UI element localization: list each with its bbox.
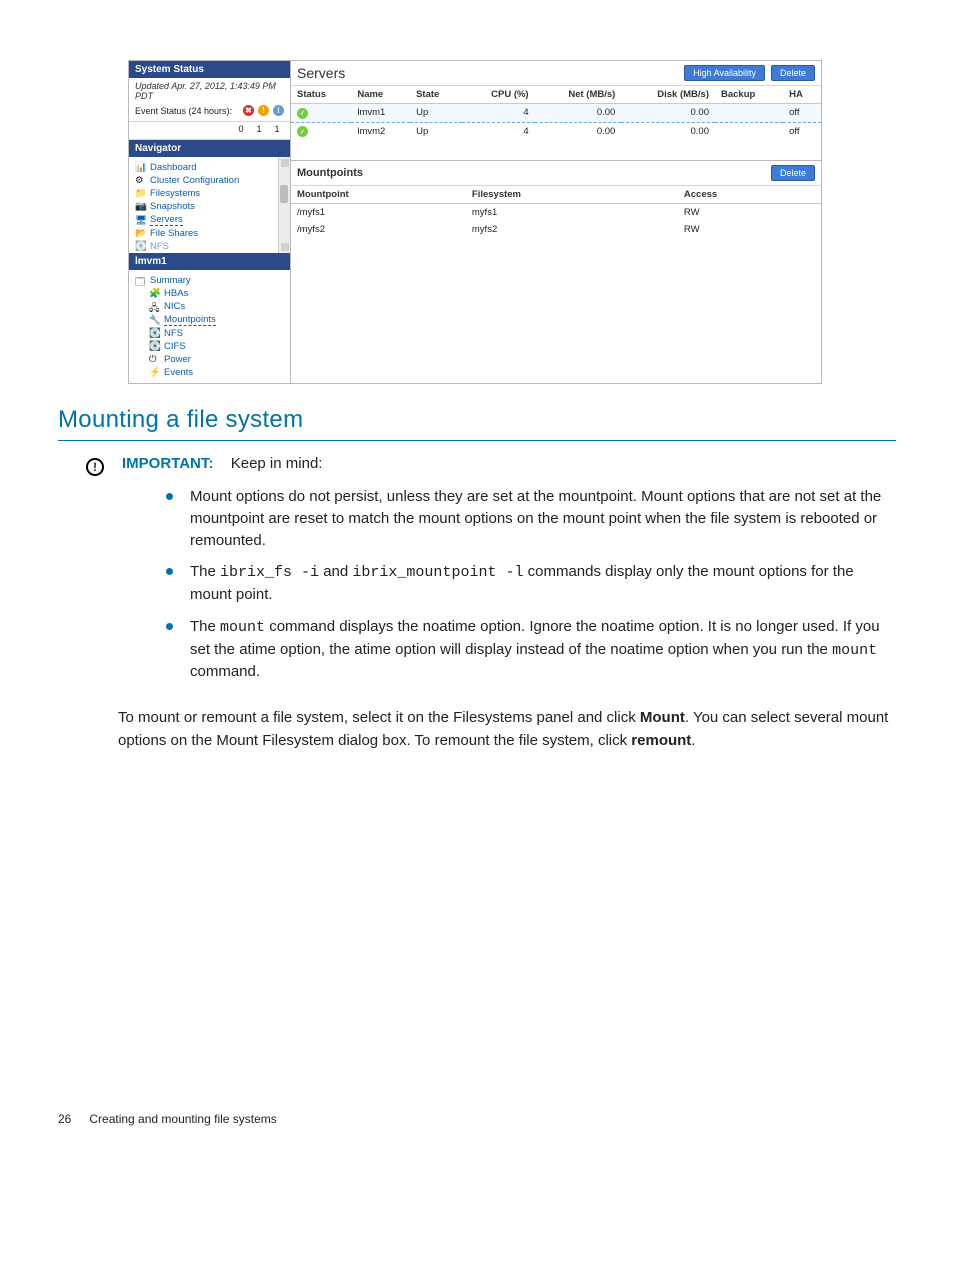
table-row[interactable]: /myfs1 myfs1 RW [291, 204, 821, 222]
disk-icon: 💽 [149, 341, 160, 352]
app-screenshot: System Status Updated Apr. 27, 2012, 1:4… [128, 60, 822, 384]
sub-mountpoints[interactable]: 🔧Mountpoints [135, 313, 286, 327]
table-row[interactable]: ✓ lmvm2 Up 4 0.00 0.00 off [291, 122, 821, 140]
event-status-label: Event Status (24 hours): [135, 106, 232, 116]
high-availability-button[interactable]: High Availability [684, 65, 765, 81]
hba-icon: 🧩 [149, 288, 160, 299]
sub-nfs[interactable]: 💽NFS [135, 327, 286, 340]
mountpoints-title: Mountpoints [297, 167, 363, 179]
paragraph: To mount or remount a file system, selec… [118, 707, 896, 752]
sub-hbas[interactable]: 🧩HBAs [135, 287, 286, 300]
status-up-icon: ✓ [297, 108, 308, 119]
nav-scrollbar[interactable] [278, 157, 290, 253]
warn-count: 1 [252, 124, 266, 134]
wrench-icon: 🔧 [149, 315, 160, 326]
delete-server-button[interactable]: Delete [771, 65, 815, 81]
col-cpu[interactable]: CPU (%) [462, 86, 535, 104]
warning-icon: ! [258, 105, 269, 116]
server-icon: 🖥 [135, 215, 146, 226]
nav-dashboard[interactable]: 📊Dashboard [135, 161, 286, 174]
important-label: IMPORTANT: [122, 455, 213, 472]
power-icon: ⏻ [149, 354, 160, 365]
servers-table: Status Name State CPU (%) Net (MB/s) Dis… [291, 86, 821, 140]
footer-text: Creating and mounting file systems [89, 1112, 276, 1126]
list-item: Mount options do not persist, unless the… [166, 486, 896, 561]
col-mountpoint[interactable]: Mountpoint [291, 186, 466, 204]
list-item: The ibrix_fs -i and ibrix_mountpoint -l … [166, 561, 896, 616]
info-count: 1 [270, 124, 284, 134]
table-row[interactable]: ✓ lmvm1 Up 4 0.00 0.00 off [291, 104, 821, 123]
page-number: 26 [58, 1112, 71, 1126]
col-ha[interactable]: HA [783, 86, 821, 104]
important-text: Keep in mind: [231, 455, 323, 472]
mountpoints-table: Mountpoint Filesystem Access /myfs1 myfs… [291, 186, 821, 238]
col-backup[interactable]: Backup [715, 86, 783, 104]
sub-summary[interactable]: 🗔Summary [135, 274, 286, 287]
gear-icon: ⚙ [135, 175, 146, 186]
summary-icon: 🗔 [135, 275, 146, 286]
nav-filesystems[interactable]: 📁Filesystems [135, 187, 286, 200]
nav-nfs[interactable]: 💽NFS [135, 240, 286, 253]
delete-mountpoint-button[interactable]: Delete [771, 165, 815, 181]
important-icon: ! [86, 458, 104, 476]
nav-cluster-config[interactable]: ⚙Cluster Configuration [135, 174, 286, 187]
error-count: 0 [234, 124, 248, 134]
col-access[interactable]: Access [678, 186, 821, 204]
disk-icon: 💽 [135, 241, 146, 252]
sub-events[interactable]: ⚡Events [135, 366, 286, 379]
col-disk[interactable]: Disk (MB/s) [621, 86, 715, 104]
nav-file-shares[interactable]: 📂File Shares [135, 227, 286, 240]
col-state[interactable]: State [410, 86, 462, 104]
col-status[interactable]: Status [291, 86, 351, 104]
col-net[interactable]: Net (MB/s) [535, 86, 622, 104]
sub-nics[interactable]: 🖧NICs [135, 300, 286, 313]
section-heading: Mounting a file system [58, 406, 896, 434]
nic-icon: 🖧 [149, 301, 160, 312]
disk-icon: 💽 [149, 328, 160, 339]
col-filesystem[interactable]: Filesystem [466, 186, 678, 204]
sub-power[interactable]: ⏻Power [135, 353, 286, 366]
updated-timestamp: Updated Apr. 27, 2012, 1:43:49 PM PDT [129, 78, 290, 103]
info-icon: i [273, 105, 284, 116]
share-icon: 📂 [135, 228, 146, 239]
event-status-row: Event Status (24 hours): ✖ ! i [129, 103, 290, 122]
navigator-header: Navigator [129, 140, 290, 157]
servers-title: Servers [297, 65, 345, 81]
chart-icon: 📊 [135, 162, 146, 173]
folder-icon: 📁 [135, 188, 146, 199]
col-name[interactable]: Name [351, 86, 410, 104]
nav-servers[interactable]: 🖥Servers [135, 213, 286, 227]
error-icon: ✖ [243, 105, 254, 116]
sub-cifs[interactable]: 💽CIFS [135, 340, 286, 353]
section-rule [58, 440, 896, 441]
table-row[interactable]: /myfs2 myfs2 RW [291, 221, 821, 238]
bolt-icon: ⚡ [149, 367, 160, 378]
status-up-icon: ✓ [297, 126, 308, 137]
server-detail-header: lmvm1 [129, 253, 290, 270]
system-status-header: System Status [129, 61, 290, 78]
camera-icon: 📷 [135, 201, 146, 212]
nav-snapshots[interactable]: 📷Snapshots [135, 200, 286, 213]
list-item: The mount command displays the noatime o… [166, 616, 896, 693]
